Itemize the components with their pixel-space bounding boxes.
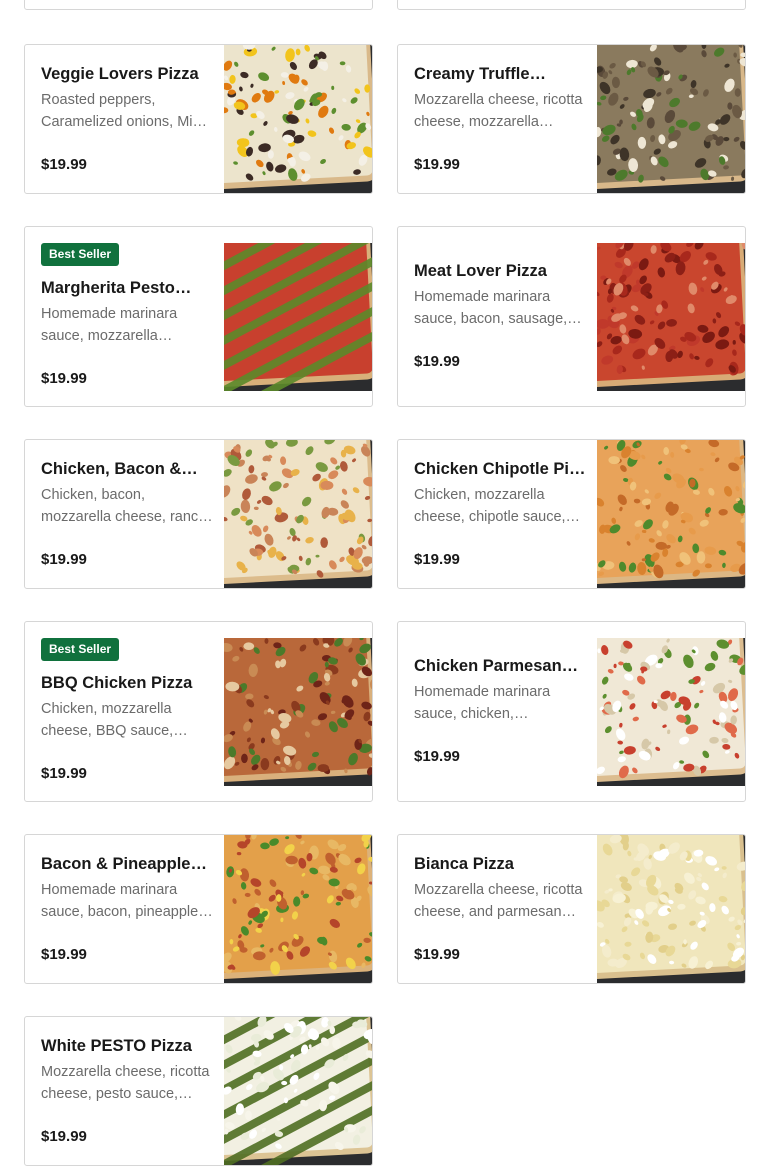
pizza-photo-icon [224,637,372,786]
menu-item-title: Margherita Pesto… [41,279,192,297]
menu-item-info: Veggie Lovers Pizza Roasted peppers, Cara… [41,45,213,193]
pizza-photo-icon [597,242,745,391]
menu-item-title: White PESTO Pizza [41,1036,192,1055]
menu-item-card[interactable]: Bianca Pizza Mozzarella cheese, ricotta c… [397,834,746,984]
menu-item-card[interactable]: Best Seller Margherita Pesto… Homemade mar… [24,226,373,407]
menu-item-title: Creamy Truffle… [414,64,547,83]
menu-item-card[interactable]: Chicken Parmesan… Homemade marinara sauce… [397,621,746,802]
menu-item-title: Veggie Lovers Pizza [41,64,199,83]
menu-item-description: Mozzarella cheese, ricotta cheese, and p… [414,881,583,920]
menu-item-description: Roasted peppers, Caramelized onions, Mi… [41,91,208,130]
menu-item-price: $19.99 [41,945,87,963]
menu-item-card[interactable]: Chicken Chipotle Pizza Chicken, mozzarell… [397,439,746,589]
menu-item-price: $19.99 [41,1127,87,1145]
pizza-photo-icon [224,440,372,588]
menu-item-info: Chicken Chipotle Pizza Chicken, mozzarell… [414,440,586,588]
pizza-photo-icon [597,45,745,193]
best-seller-badge: Best Seller [41,638,120,661]
menu-item-price: $19.99 [414,353,460,370]
menu-item-description: Homemade marinara sauce, mozzarella chee… [41,306,178,344]
menu-item-description: Homemade marinara sauce, bacon, pineappl… [41,881,213,920]
menu-item-info: Bianca Pizza Mozzarella cheese, ricotta c… [414,835,586,983]
menu-item-title: Meat Lover Pizza [414,262,547,280]
menu-item-price: $19.99 [41,370,87,387]
menu-item-card[interactable]: Best Seller BBQ Chicken Pizza Chicken, moz… [24,621,373,802]
menu-item-card-partial[interactable] [397,0,746,10]
best-seller-badge: Best Seller [41,243,120,266]
menu-item-title: Chicken Parmesan… [414,657,579,675]
menu-item-price: $19.99 [41,765,87,782]
menu-item-info: Creamy Truffle… Mozzarella cheese, ricott… [414,45,586,193]
menu-item-info: Best Seller BBQ Chicken Pizza Chicken, moz… [41,622,213,801]
menu-item-description: Homemade marinara sauce, bacon, sausage,… [414,289,582,327]
menu-item-price: $19.99 [414,945,460,963]
pizza-photo-icon [597,637,745,786]
menu-item-price: $19.99 [414,155,460,173]
menu-item-card-partial[interactable] [24,0,373,10]
pizza-photo-icon [224,242,372,391]
pizza-photo-icon [224,1017,372,1165]
menu-item-title: Chicken, Bacon &… [41,459,198,478]
menu-item-description: Chicken, bacon, mozzarella cheese, ranc… [41,486,213,525]
pizza-photo-icon [597,835,745,983]
menu-item-card[interactable]: Meat Lover Pizza Homemade marinara sauce,… [397,226,746,407]
menu-item-card[interactable]: Bacon & Pineapple… Homemade marinara sauc… [24,834,373,984]
menu-item-description: Mozzarella cheese, ricotta cheese, pesto… [41,1063,210,1102]
menu-item-description: Homemade marinara sauce, chicken,… [414,684,551,722]
menu-item-description: Mozzarella cheese, ricotta cheese, mozza… [414,91,583,130]
menu-item-title: Bacon & Pineapple… [41,854,207,873]
menu-item-title: Bianca Pizza [414,854,514,873]
menu-item-info: White PESTO Pizza Mozzarella cheese, rico… [41,1017,213,1165]
menu-item-card[interactable]: Creamy Truffle… Mozzarella cheese, ricott… [397,44,746,194]
menu-item-title: BBQ Chicken Pizza [41,674,193,692]
menu-item-card[interactable]: Veggie Lovers Pizza Roasted peppers, Cara… [24,44,373,194]
pizza-photo-icon [597,440,745,588]
pizza-photo-icon [224,835,372,983]
menu-item-card[interactable]: Chicken, Bacon &… Chicken, bacon, mozzare… [24,439,373,589]
menu-item-price: $19.99 [414,550,460,568]
menu-item-info: Bacon & Pineapple… Homemade marinara sauc… [41,835,213,983]
menu-item-price: $19.99 [414,748,460,765]
menu-item-description: Chicken, mozzarella cheese, BBQ sauce, o… [41,701,174,739]
menu-item-info: Chicken Parmesan… Homemade marinara sauce… [414,622,586,801]
menu-item-info: Best Seller Margherita Pesto… Homemade mar… [41,227,213,406]
menu-item-price: $19.99 [41,155,87,173]
menu-item-title: Chicken Chipotle Pizza [414,459,586,478]
menu-item-card[interactable]: White PESTO Pizza Mozzarella cheese, rico… [24,1016,373,1166]
menu-item-info: Meat Lover Pizza Homemade marinara sauce,… [414,227,586,406]
menu-item-description: Chicken, mozzarella cheese, chipotle sau… [414,486,581,525]
menu-item-info: Chicken, Bacon &… Chicken, bacon, mozzare… [41,440,213,588]
pizza-photo-icon [224,45,372,193]
menu-item-price: $19.99 [41,550,87,568]
